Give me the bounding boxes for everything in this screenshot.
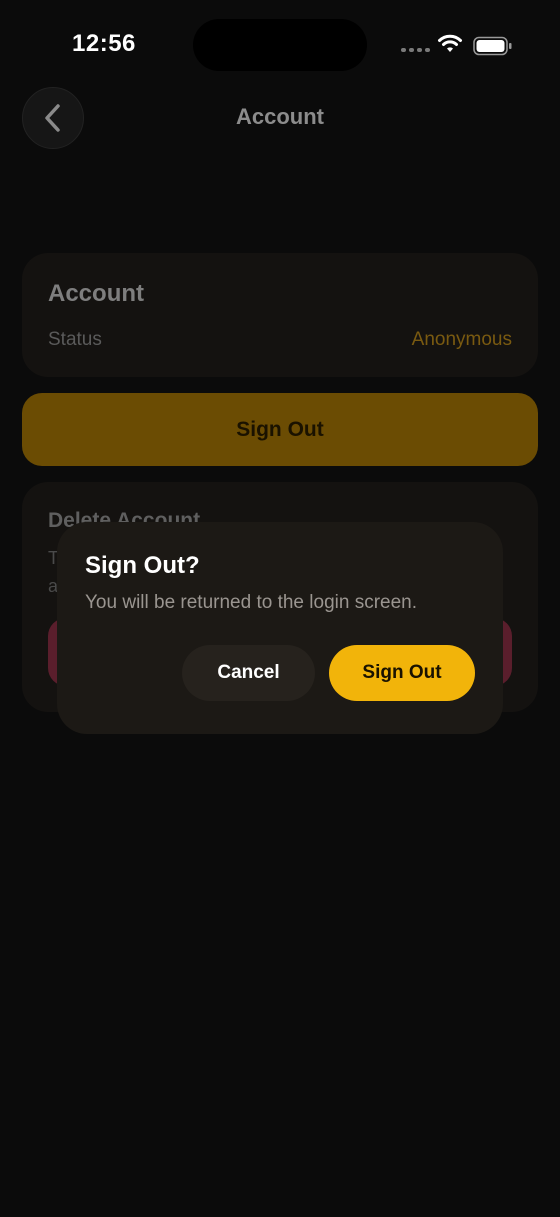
wifi-icon — [438, 34, 462, 52]
status-bar: 12:56 — [0, 0, 560, 92]
dialog-message: You will be returned to the login screen… — [85, 592, 418, 613]
sign-out-dialog: Sign Out? You will be returned to the lo… — [57, 522, 503, 734]
dynamic-island — [193, 19, 367, 71]
account-screen: 12:56 Account Account Status Anonymous S… — [0, 0, 560, 1217]
cellular-signal-icon — [401, 48, 430, 52]
account-card: Account Status Anonymous — [22, 253, 538, 377]
account-card-title: Account — [48, 280, 144, 307]
status-time: 12:56 — [72, 30, 136, 57]
page-title: Account — [236, 104, 324, 129]
sign-out-button[interactable]: Sign Out — [22, 393, 538, 466]
confirm-sign-out-button[interactable]: Sign Out — [329, 645, 475, 701]
status-value: Anonymous — [411, 329, 512, 350]
dialog-title: Sign Out? — [85, 552, 200, 579]
cancel-button[interactable]: Cancel — [182, 645, 315, 701]
status-label: Status — [48, 329, 102, 350]
battery-icon — [473, 36, 512, 56]
